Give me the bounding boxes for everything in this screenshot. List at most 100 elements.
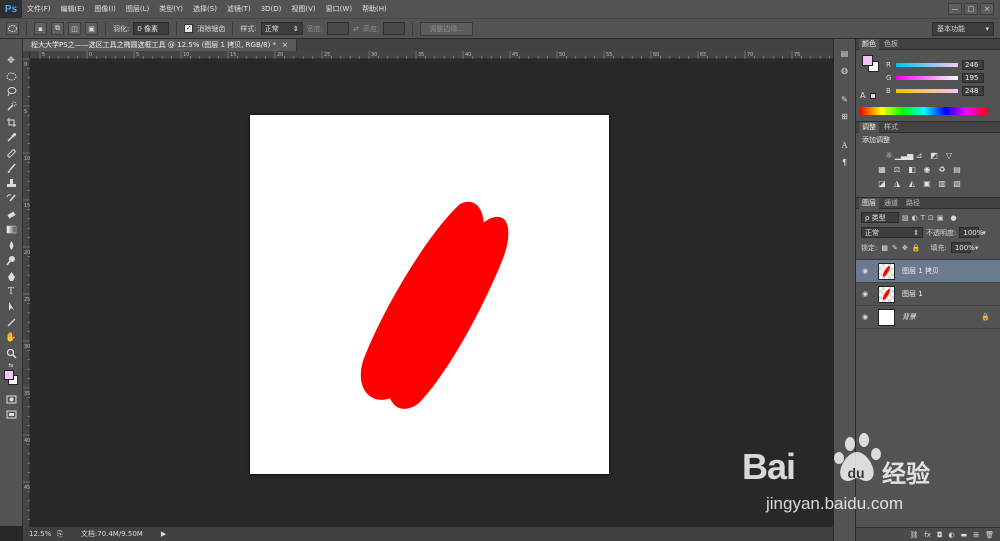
layer-row-layer1[interactable]: ◉ 图层 1: [856, 283, 1000, 306]
foreground-color-swatch[interactable]: [4, 369, 14, 380]
intersect-selection-icon[interactable]: ▣: [85, 22, 98, 35]
lock-position-icon[interactable]: ✥: [902, 244, 908, 252]
subtract-selection-icon[interactable]: ◫: [68, 22, 81, 35]
antialias-checkbox[interactable]: ✓: [184, 24, 194, 33]
filter-toggle-icon[interactable]: ●: [951, 214, 957, 222]
threshold-icon[interactable]: ◭: [906, 178, 918, 189]
tab-paths[interactable]: 路径: [903, 198, 923, 208]
tab-swatches[interactable]: 色板: [881, 39, 901, 49]
minimize-button[interactable]: —: [948, 3, 962, 15]
new-layer-icon[interactable]: ⊞: [973, 531, 979, 539]
brush-tool-icon[interactable]: [3, 161, 19, 176]
layer-style-icon[interactable]: fx: [924, 531, 931, 539]
pen-tool-icon[interactable]: [3, 268, 19, 283]
document-tab[interactable]: 程大大学PS之——选区工具之椭圆选框工具 @ 12.5% (图层 1 拷贝, R…: [23, 39, 297, 51]
menu-layer[interactable]: 图层(L): [121, 4, 154, 14]
blur-tool-icon[interactable]: [3, 238, 19, 253]
move-tool-icon[interactable]: ✥: [3, 53, 19, 68]
brightness-icon[interactable]: ☼: [883, 150, 895, 161]
tab-color[interactable]: 颜色: [859, 38, 879, 50]
screen-mode-icon[interactable]: [3, 407, 19, 422]
eyedropper-tool-icon[interactable]: [3, 130, 19, 145]
blue-value-input[interactable]: 248: [962, 85, 984, 96]
filter-type-icon[interactable]: T: [921, 214, 925, 222]
status-menu-arrow-icon[interactable]: ▶: [161, 530, 166, 538]
history-panel-icon[interactable]: ▤: [838, 47, 852, 60]
posterize-icon[interactable]: ◮: [891, 178, 903, 189]
hand-tool-icon[interactable]: ✋: [3, 330, 19, 345]
color-spectrum-bar[interactable]: [860, 107, 988, 115]
filter-smart-icon[interactable]: ▣: [937, 214, 944, 222]
clone-stamp-tool-icon[interactable]: [3, 176, 19, 191]
lasso-tool-icon[interactable]: [3, 84, 19, 99]
exposure-icon[interactable]: ◩: [928, 150, 940, 161]
tab-styles[interactable]: 样式: [881, 122, 901, 132]
menu-help[interactable]: 帮助(H): [357, 4, 392, 14]
filter-pixel-icon[interactable]: ▨: [902, 214, 909, 222]
width-input[interactable]: [327, 22, 350, 35]
healing-brush-tool-icon[interactable]: [3, 145, 19, 160]
close-tab-icon[interactable]: ×: [282, 41, 288, 49]
height-input[interactable]: [383, 22, 406, 35]
red-brush-shape[interactable]: [360, 201, 509, 409]
tab-layers[interactable]: 图层: [859, 197, 879, 209]
refine-edge-button[interactable]: 调整边缘...: [420, 21, 473, 36]
workspace-select[interactable]: 基本功能 ▾: [932, 22, 994, 36]
photo-filter-icon[interactable]: ◉: [921, 164, 933, 175]
color-swatches[interactable]: [3, 369, 19, 386]
style-select[interactable]: 正常 ⇕: [260, 22, 303, 35]
feather-input[interactable]: 0 像素: [133, 22, 170, 35]
properties-panel-icon[interactable]: ◍: [838, 64, 852, 77]
dodge-tool-icon[interactable]: [3, 253, 19, 268]
visibility-eye-icon[interactable]: ◉: [856, 267, 874, 275]
layer-row-copy[interactable]: ◉ 图层 1 拷贝: [856, 260, 1000, 283]
document-canvas[interactable]: [250, 115, 609, 474]
ellipse-marquee-tool-icon[interactable]: [6, 22, 19, 35]
visibility-eye-icon[interactable]: ◉: [856, 313, 874, 321]
layer-filter-select[interactable]: ρ 类型: [861, 212, 899, 223]
vibrance-icon[interactable]: ▽: [943, 150, 955, 161]
filter-adjustment-icon[interactable]: ◐: [912, 214, 918, 222]
levels-icon[interactable]: ▁▃▅: [895, 150, 913, 161]
gradient-fill-icon[interactable]: ▧: [951, 178, 963, 189]
new-selection-icon[interactable]: ▪: [34, 22, 47, 35]
channel-mixer-icon[interactable]: ♻: [936, 164, 948, 175]
line-tool-icon[interactable]: [3, 315, 19, 330]
color-lookup-icon[interactable]: ▤: [951, 164, 963, 175]
invert-icon[interactable]: ◪: [876, 178, 888, 189]
red-slider[interactable]: [896, 62, 958, 67]
lock-image-icon[interactable]: ✎: [892, 244, 898, 252]
gradient-map-icon[interactable]: ▥: [936, 178, 948, 189]
layer-row-background[interactable]: ◉ 背景 🔒: [856, 306, 1000, 329]
swap-icon[interactable]: ⇄: [353, 25, 359, 33]
crop-tool-icon[interactable]: [3, 115, 19, 130]
new-group-icon[interactable]: ▬: [961, 531, 968, 539]
blend-mode-select[interactable]: 正常 ⇕: [861, 227, 923, 238]
menu-filter[interactable]: 滤镜(T): [222, 4, 256, 14]
menu-3d[interactable]: 3D(D): [256, 5, 287, 13]
blue-slider[interactable]: [896, 88, 958, 93]
green-value-input[interactable]: 195: [962, 72, 984, 83]
close-button[interactable]: ×: [980, 3, 994, 15]
selective-color-icon[interactable]: ▣: [921, 178, 933, 189]
type-tool-icon[interactable]: T: [3, 284, 19, 299]
swap-colors-icon[interactable]: ⇆: [3, 361, 19, 370]
layer-name[interactable]: 图层 1: [902, 289, 923, 299]
panel-foreground-swatch[interactable]: [862, 55, 873, 66]
layer-name[interactable]: 背景: [902, 312, 916, 322]
quick-mask-icon[interactable]: [3, 392, 19, 407]
brush-panel-icon[interactable]: ✎: [838, 93, 852, 106]
add-mask-icon[interactable]: ◘: [937, 531, 943, 539]
curves-icon[interactable]: ⊿: [913, 150, 925, 161]
menu-select[interactable]: 选择(S): [188, 4, 222, 14]
layer-name[interactable]: 图层 1 拷贝: [902, 266, 939, 276]
lock-all-icon[interactable]: 🔒: [912, 244, 921, 252]
link-layers-icon[interactable]: ⛓: [909, 531, 918, 539]
menu-image[interactable]: 图像(I): [89, 4, 121, 14]
visibility-eye-icon[interactable]: ◉: [856, 290, 874, 298]
fill-input[interactable]: 100%: [950, 242, 975, 253]
black-white-icon[interactable]: ◧: [906, 164, 918, 175]
add-to-selection-icon[interactable]: ⧉: [51, 22, 64, 35]
fill-dropdown-icon[interactable]: ▾: [975, 244, 979, 252]
tab-adjustments[interactable]: 调整: [859, 121, 879, 133]
